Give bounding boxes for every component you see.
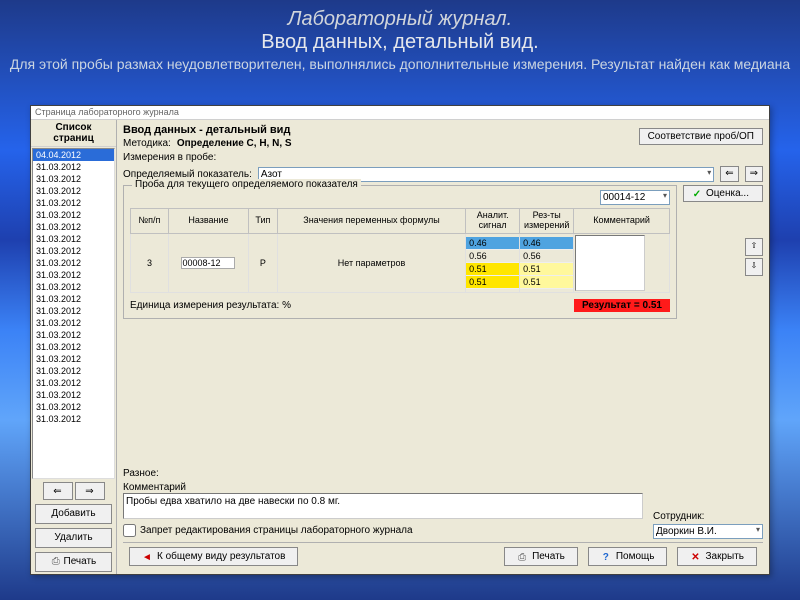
page-item[interactable]: 31.03.2012 <box>33 329 114 341</box>
evaluate-button[interactable]: ✓Оценка... <box>683 185 763 202</box>
page-item[interactable]: 31.03.2012 <box>33 305 114 317</box>
misc-label: Разное: <box>123 468 643 479</box>
measurements-label: Измерения в пробе: <box>123 152 216 163</box>
page-item[interactable]: 31.03.2012 <box>33 173 114 185</box>
page-item[interactable]: 31.03.2012 <box>33 293 114 305</box>
page-item[interactable]: 31.03.2012 <box>33 317 114 329</box>
page-item[interactable]: 31.03.2012 <box>33 353 114 365</box>
main-panel: Ввод данных - детальный вид Методика: Оп… <box>117 120 769 574</box>
col-signal: Аналит. сигнал <box>466 209 520 234</box>
page-item[interactable]: 31.03.2012 <box>33 281 114 293</box>
page-item[interactable]: 31.03.2012 <box>33 389 114 401</box>
print-icon: ⎙ <box>51 553 61 563</box>
arrow-left-icon: ◄ <box>142 552 152 562</box>
page-list[interactable]: 04.04.2012 31.03.201231.03.201231.03.201… <box>32 148 115 479</box>
lock-label: Запрет редактирования страницы лаборатор… <box>140 525 413 536</box>
col-formula: Значения переменных формулы <box>277 209 465 234</box>
measurements-table: №п/п Название Тип Значения переменных фо… <box>130 208 670 293</box>
page-item[interactable]: 31.03.2012 <box>33 197 114 209</box>
method-value: Определение C, H, N, S <box>177 138 292 149</box>
signal-values: 0.46 0.56 0.51 0.51 <box>466 237 519 289</box>
page-item[interactable]: 31.03.2012 <box>33 209 114 221</box>
col-n: №п/п <box>131 209 169 234</box>
comment-textarea[interactable]: Пробы едва хватило на две навески по 0.8… <box>123 493 643 519</box>
page-item[interactable]: 31.03.2012 <box>33 257 114 269</box>
col-result: Рез-ты измерений <box>520 209 574 234</box>
to-overview-button[interactable]: ◄К общему виду результатов <box>129 547 298 566</box>
lock-checkbox[interactable] <box>123 524 136 537</box>
page-item[interactable]: 31.03.2012 <box>33 341 114 353</box>
section-title: Ввод данных - детальный вид <box>123 124 292 136</box>
window-title: Страница лабораторного журнала <box>31 106 769 120</box>
unit-value: % <box>282 300 291 311</box>
page-item[interactable]: 31.03.2012 <box>33 245 114 257</box>
add-page-button[interactable]: Добавить <box>35 504 112 524</box>
slide-subtitle: Для этой пробы размах неудовлетворителен… <box>0 56 800 72</box>
employee-label: Сотрудник: <box>653 511 763 522</box>
help-button[interactable]: ?Помощь <box>588 547 668 566</box>
scroll-down-button[interactable]: ⇩ <box>745 258 763 276</box>
print-sidebar-button[interactable]: ⎙ Печать <box>35 552 112 572</box>
result-values: 0.46 0.56 0.51 0.51 <box>520 237 573 289</box>
print-icon: ⎙ <box>517 552 527 562</box>
indicator-label: Определяемый показатель: <box>123 169 252 180</box>
sample-code-combo[interactable]: 00014-12 <box>600 190 670 205</box>
close-icon: ✕ <box>690 552 700 562</box>
sidebar-header: Списокстраниц <box>31 120 116 147</box>
col-comment: Комментарий <box>574 209 670 234</box>
cell-n: 3 <box>131 233 169 292</box>
slide-heading-2: Ввод данных, детальный вид. <box>0 31 800 54</box>
slide-heading-1: Лабораторный журнал. <box>0 8 800 31</box>
unit-label: Единица измерения результата: <box>130 300 279 311</box>
page-item[interactable]: 31.03.2012 <box>33 413 114 425</box>
indicator-next-button[interactable]: ⇒ <box>745 166 763 182</box>
table-row[interactable]: 3 Р Нет параметров 0.46 0.56 0.51 <box>131 233 670 292</box>
journal-window: Страница лабораторного журнала Списокстр… <box>30 105 770 575</box>
check-icon: ✓ <box>692 189 702 199</box>
row-comment-textarea[interactable] <box>575 235 645 291</box>
correspondence-button[interactable]: Соответствие проб/ОП <box>639 128 763 145</box>
page-item[interactable]: 31.03.2012 <box>33 269 114 281</box>
cell-type: Р <box>248 233 277 292</box>
cell-name <box>168 233 248 292</box>
page-item[interactable]: 31.03.2012 <box>33 185 114 197</box>
page-sidebar: Списокстраниц 04.04.2012 31.03.201231.03… <box>31 120 117 574</box>
indicator-prev-button[interactable]: ⇐ <box>720 166 738 182</box>
sample-name-input[interactable] <box>181 257 235 269</box>
bottom-bar: ◄К общему виду результатов ⎙Печать ?Помо… <box>123 542 763 570</box>
scroll-up-button[interactable]: ⇧ <box>745 238 763 256</box>
col-type: Тип <box>248 209 277 234</box>
comment-label: Комментарий <box>123 482 643 493</box>
help-icon: ? <box>601 552 611 562</box>
sample-fieldset: Проба для текущего определяемого показат… <box>123 185 677 319</box>
page-item[interactable]: 31.03.2012 <box>33 233 114 245</box>
close-button[interactable]: ✕Закрыть <box>677 547 757 566</box>
page-item[interactable]: 31.03.2012 <box>33 221 114 233</box>
cell-formula: Нет параметров <box>277 233 465 292</box>
fieldset-legend: Проба для текущего определяемого показат… <box>132 179 361 190</box>
result-badge: Результат = 0.51 <box>574 299 670 312</box>
col-name: Название <box>168 209 248 234</box>
employee-combo[interactable]: Дворкин В.И. <box>653 524 763 539</box>
page-item-selected[interactable]: 04.04.2012 <box>33 149 114 161</box>
print-button[interactable]: ⎙Печать <box>504 547 578 566</box>
page-item[interactable]: 31.03.2012 <box>33 401 114 413</box>
page-item[interactable]: 31.03.2012 <box>33 377 114 389</box>
next-page-button[interactable]: ⇒ <box>75 482 105 500</box>
page-item[interactable]: 31.03.2012 <box>33 365 114 377</box>
page-item[interactable]: 31.03.2012 <box>33 161 114 173</box>
delete-page-button[interactable]: Удалить <box>35 528 112 548</box>
prev-page-button[interactable]: ⇐ <box>43 482 73 500</box>
method-label: Методика: <box>123 138 171 149</box>
